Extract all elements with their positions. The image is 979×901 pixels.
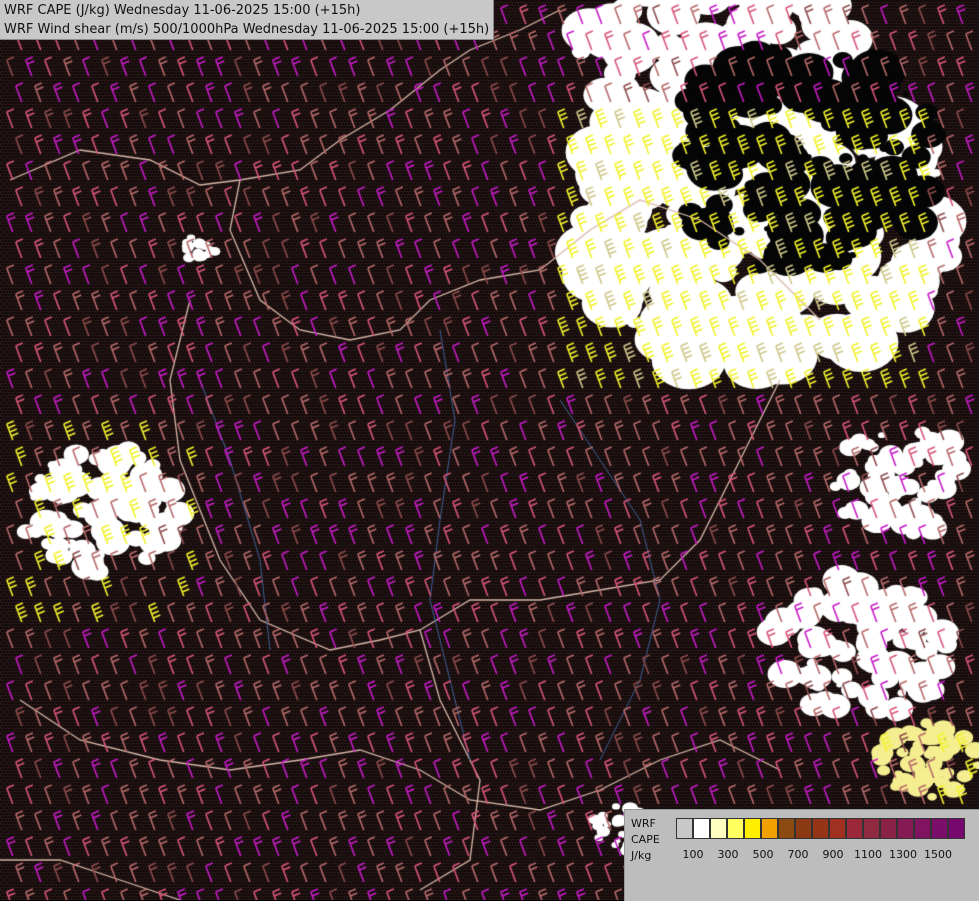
legend-swatch bbox=[693, 818, 710, 839]
legend-swatch bbox=[795, 818, 812, 839]
legend-tick-label: 100 bbox=[682, 848, 704, 861]
legend-swatch bbox=[931, 818, 948, 839]
legend-swatch bbox=[829, 818, 846, 839]
legend-swatch bbox=[710, 818, 727, 839]
cape-legend: WRF CAPE J/kg 100 300 500 700 900 1100 1300 150… bbox=[624, 809, 979, 901]
legend-swatch bbox=[948, 818, 965, 839]
legend-swatch bbox=[676, 818, 693, 839]
weather-map-canvas bbox=[0, 0, 979, 900]
legend-tick-label: 1300 bbox=[889, 848, 917, 861]
legend-tick-labels: 100 300 500 700 900 1100 1300 1500 bbox=[676, 848, 976, 862]
legend-unit-label: J/kg bbox=[631, 849, 652, 862]
legend-swatch bbox=[914, 818, 931, 839]
legend-swatch bbox=[744, 818, 761, 839]
legend-swatch bbox=[897, 818, 914, 839]
legend-tick-label: 500 bbox=[752, 848, 774, 861]
legend-swatch bbox=[846, 818, 863, 839]
legend-swatch bbox=[863, 818, 880, 839]
cape-title: WRF CAPE (J/kg) Wednesday 11-06-2025 15:… bbox=[4, 3, 361, 18]
legend-color-scale bbox=[676, 818, 965, 839]
legend-swatch bbox=[761, 818, 778, 839]
legend-tick-label: 900 bbox=[822, 848, 844, 861]
legend-field-label: CAPE bbox=[631, 833, 660, 846]
legend-tick-label: 1500 bbox=[924, 848, 952, 861]
legend-model-label: WRF bbox=[631, 817, 656, 830]
legend-swatch bbox=[727, 818, 744, 839]
legend-tick-label: 300 bbox=[717, 848, 739, 861]
legend-tick-label: 700 bbox=[787, 848, 809, 861]
legend-swatch bbox=[812, 818, 829, 839]
legend-swatch bbox=[778, 818, 795, 839]
map-title-block: WRF CAPE (J/kg) Wednesday 11-06-2025 15:… bbox=[0, 0, 495, 40]
wind-shear-title: WRF Wind shear (m/s) 500/1000hPa Wednesd… bbox=[4, 22, 490, 37]
legend-tick-label: 1100 bbox=[854, 848, 882, 861]
legend-swatch bbox=[880, 818, 897, 839]
